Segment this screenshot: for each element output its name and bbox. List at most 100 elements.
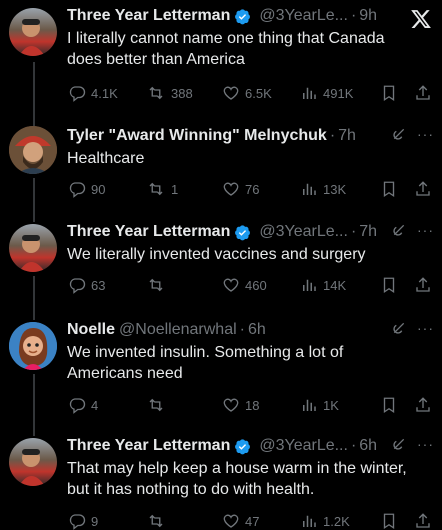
like-button[interactable]: 18 [222, 396, 259, 414]
retweet-button[interactable] [146, 512, 171, 530]
views-count: 13K [323, 181, 347, 197]
author-handle[interactable]: @3YearLe... [259, 437, 348, 455]
reply-count: 4.1K [91, 85, 118, 101]
views-button[interactable]: 491K [300, 84, 353, 102]
verified-icon [235, 224, 251, 240]
grok-icon[interactable] [391, 436, 407, 452]
share-icon[interactable] [414, 276, 432, 294]
thread-line [33, 178, 35, 222]
like-count: 18 [245, 397, 260, 413]
reply-count: 63 [91, 277, 106, 293]
views-button[interactable]: 13K [300, 180, 346, 198]
views-icon [303, 279, 316, 291]
views-icon [303, 183, 316, 195]
grok-icon[interactable] [391, 222, 407, 238]
timestamp[interactable]: 6h [248, 321, 266, 339]
tweet-text: That may help keep a house warm in the w… [67, 460, 407, 498]
like-button[interactable]: 76 [222, 180, 259, 198]
retweet-button[interactable]: 1 [146, 180, 178, 198]
author-name[interactable]: Three Year Letterman [67, 437, 230, 455]
timestamp[interactable]: 7h [359, 223, 377, 241]
avatar[interactable] [9, 224, 57, 272]
reply-count: 9 [91, 513, 99, 529]
thread-line [33, 374, 35, 436]
thread-line [33, 276, 35, 320]
views-button[interactable]: 1K [300, 396, 339, 414]
more-icon[interactable]: ··· [417, 320, 434, 336]
views-count: 14K [323, 277, 347, 293]
reply-button[interactable]: 4 [68, 396, 98, 414]
author-handle[interactable]: @3YearLe... [259, 223, 348, 241]
timestamp[interactable]: 6h [359, 437, 377, 455]
timestamp[interactable]: 7h [338, 127, 356, 145]
reply-count: 4 [91, 397, 99, 413]
reply-icon [69, 398, 86, 414]
bookmark-icon[interactable] [380, 276, 398, 294]
like-icon [223, 182, 239, 196]
more-icon[interactable]: ··· [417, 222, 434, 238]
retweet-icon [149, 278, 163, 292]
retweet-button[interactable]: 388 [146, 84, 193, 102]
bookmark-icon[interactable] [380, 180, 398, 198]
views-button[interactable]: 1.2K [300, 512, 350, 530]
bookmark-icon[interactable] [380, 84, 398, 102]
like-count: 76 [245, 181, 260, 197]
reply-button[interactable]: 63 [68, 276, 105, 294]
grok-icon[interactable] [391, 320, 407, 336]
reply-count: 90 [91, 181, 106, 197]
tweet-text: We literally invented vaccines and surge… [67, 246, 366, 263]
verified-icon [235, 438, 251, 454]
like-icon [223, 86, 239, 100]
like-button[interactable]: 6.5K [222, 84, 272, 102]
reply-button[interactable]: 90 [68, 180, 105, 198]
share-icon[interactable] [414, 180, 432, 198]
avatar[interactable] [9, 126, 57, 174]
avatar[interactable] [9, 438, 57, 486]
reply-button[interactable]: 4.1K [68, 84, 118, 102]
views-count: 1K [323, 397, 339, 413]
like-count: 460 [245, 277, 267, 293]
retweet-icon [149, 182, 163, 196]
more-icon[interactable]: ··· [417, 126, 434, 142]
author-name[interactable]: Three Year Letterman [67, 7, 230, 25]
author-name[interactable]: Tyler "Award Winning" Melnychuk [67, 127, 327, 145]
retweet-icon [149, 398, 163, 412]
timestamp[interactable]: 9h [359, 7, 377, 25]
more-icon[interactable]: ··· [417, 436, 434, 452]
like-button[interactable]: 47 [222, 512, 259, 530]
views-icon [303, 515, 316, 527]
reply-icon [69, 278, 86, 294]
author-name[interactable]: Three Year Letterman [67, 223, 230, 241]
retweet-count: 388 [171, 85, 193, 101]
tweet-text: I literally cannot name one thing that C… [67, 30, 385, 68]
avatar[interactable] [9, 322, 57, 370]
author-name[interactable]: Noelle [67, 321, 115, 339]
reply-icon [69, 182, 86, 198]
verified-icon [235, 8, 251, 24]
reply-icon [69, 514, 86, 530]
views-icon [303, 399, 316, 411]
views-icon [303, 87, 316, 99]
author-handle[interactable]: @Noellenarwhal [119, 321, 237, 339]
retweet-button[interactable] [146, 396, 171, 414]
share-icon[interactable] [414, 84, 432, 102]
retweet-button[interactable] [146, 276, 171, 294]
thread-line [33, 62, 35, 126]
grok-icon[interactable] [391, 126, 407, 142]
share-icon[interactable] [414, 396, 432, 414]
bookmark-icon[interactable] [380, 512, 398, 530]
share-icon[interactable] [414, 512, 432, 530]
retweet-icon [149, 86, 163, 100]
bookmark-icon[interactable] [380, 396, 398, 414]
views-button[interactable]: 14K [300, 276, 346, 294]
avatar[interactable] [9, 8, 57, 56]
tweet-text: We invented insulin. Something a lot of … [67, 344, 344, 382]
like-button[interactable]: 460 [222, 276, 267, 294]
reply-button[interactable]: 9 [68, 512, 98, 530]
retweet-icon [149, 514, 163, 528]
like-icon [223, 514, 239, 528]
views-count: 491K [323, 85, 354, 101]
like-count: 47 [245, 513, 260, 529]
author-handle[interactable]: @3YearLe... [259, 7, 348, 25]
views-count: 1.2K [323, 513, 350, 529]
